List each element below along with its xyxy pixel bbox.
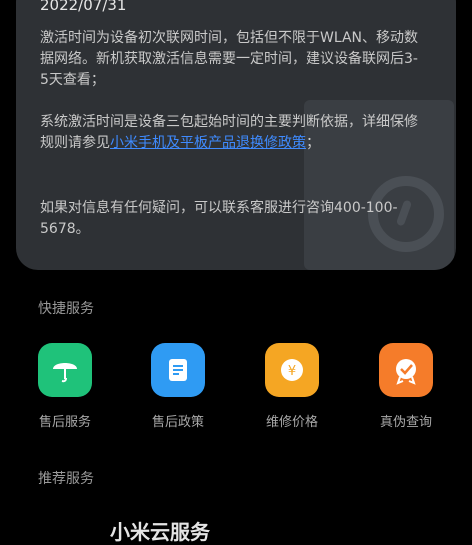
warranty-note: 系统激活时间是设备三包起始时间的主要判断依据，详细保修规则请参见小米手机及平板产… [40,112,420,154]
service-label: 真伪查询 [379,415,432,430]
service-repair-price[interactable]: ¥ 维修价格 [247,343,337,430]
service-label: 维修价格 [265,415,318,430]
service-authenticity[interactable]: 真伪查询 [361,343,451,430]
svg-text:¥: ¥ [288,364,296,379]
verified-badge-icon [379,343,433,397]
umbrella-icon [38,343,92,397]
warranty-policy-link[interactable]: 小米手机及平板产品退换修政策 [110,135,306,151]
yen-coin-icon: ¥ [265,343,319,397]
activation-date: 2022/07/31 [40,0,127,14]
service-after-sales[interactable]: 售后服务 [20,343,110,430]
quick-services-title: 快捷服务 [38,301,94,317]
recommended-services-title: 推荐服务 [38,471,94,487]
activation-note: 激活时间为设备初次联网时间，包括但不限于WLAN、移动数据网络。新机获取激活信息… [40,30,419,88]
recommended-item-title[interactable]: 小米云服务 [110,516,210,545]
contact-note: 如果对信息有任何疑问，可以联系客服进行咨询400-100-5678。 [40,200,398,237]
service-policy[interactable]: 售后政策 [133,343,223,430]
service-label: 售后服务 [38,415,91,430]
document-icon [151,343,205,397]
warranty-note-suffix: ； [306,135,320,151]
service-label: 售后政策 [151,415,204,430]
